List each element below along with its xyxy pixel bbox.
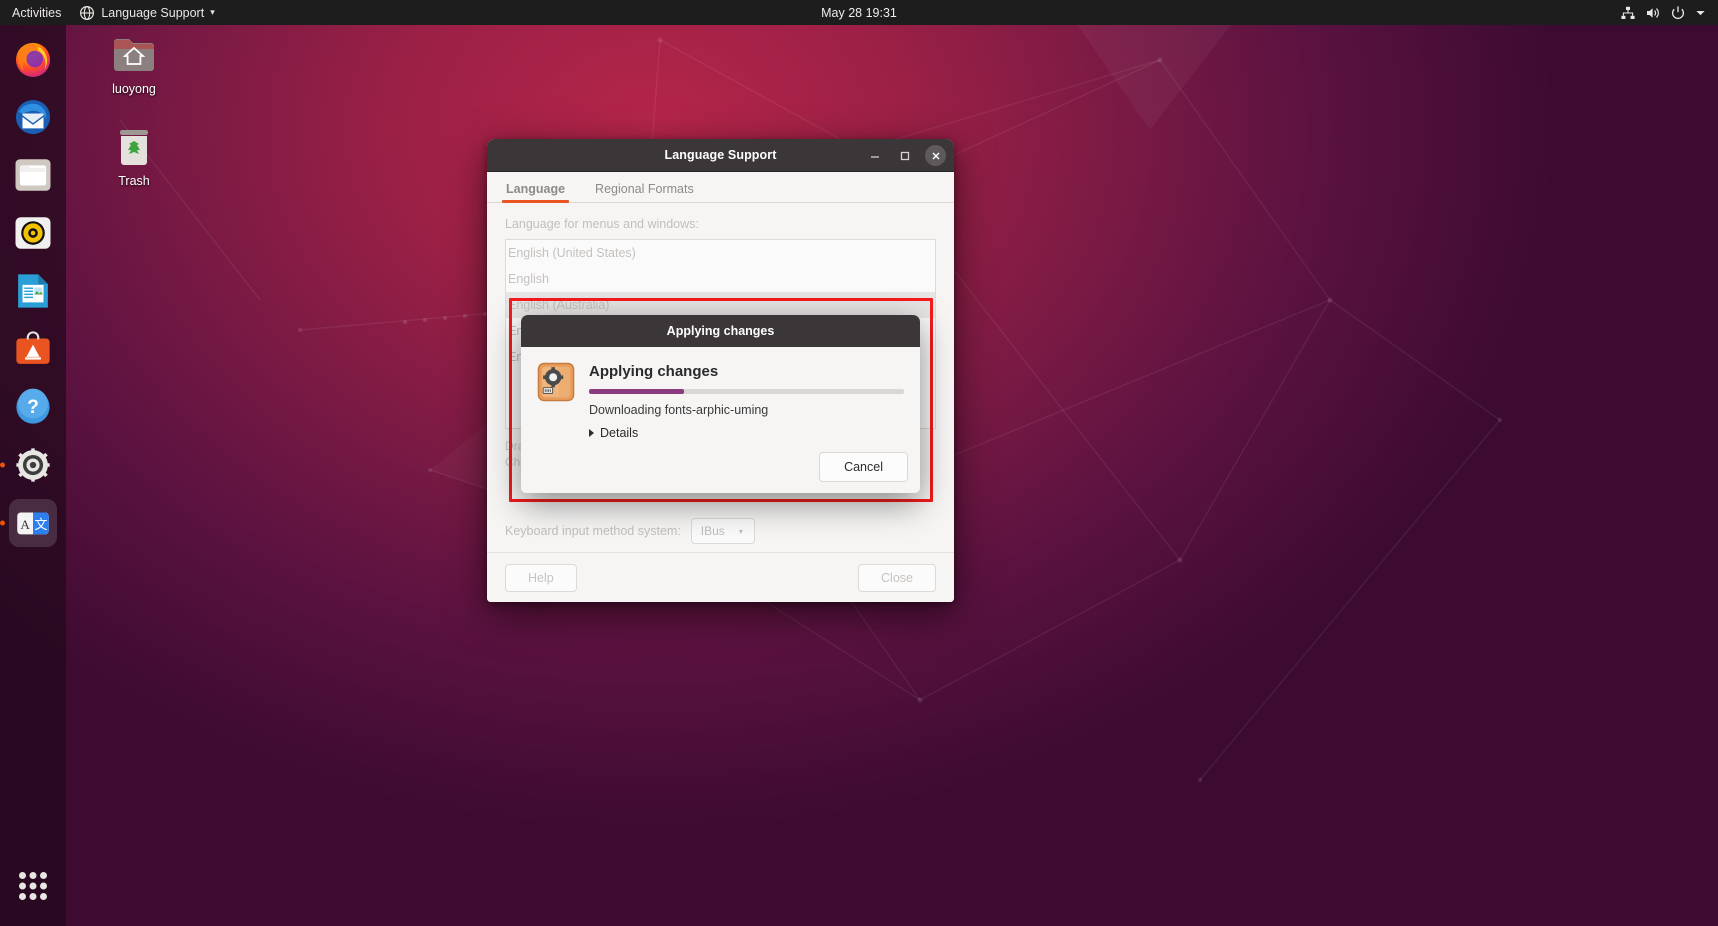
firefox-icon (15, 42, 51, 77)
datetime-label: May 28 19:31 (821, 5, 897, 20)
tab-language[interactable]: Language (501, 182, 570, 203)
power-icon[interactable] (1670, 5, 1686, 21)
dialog-body: Applying changes Downloading fonts-arphi… (521, 347, 920, 440)
list-item[interactable]: English (506, 266, 935, 292)
close-icon (932, 152, 939, 159)
desktop-icon-label: luoyong (112, 82, 156, 96)
close-window-button[interactable]: Close (858, 563, 936, 592)
files-icon (15, 159, 51, 191)
thunderbird-icon (15, 99, 51, 135)
dock-item-libreoffice-writer[interactable] (9, 267, 57, 315)
keyboard-input-method-select[interactable]: IBus ▾ (690, 518, 755, 544)
maximize-icon (900, 151, 910, 160)
cancel-button[interactable]: Cancel (819, 452, 908, 482)
dock-item-thunderbird[interactable] (9, 93, 57, 141)
dialog-main: Applying changes Downloading fonts-arphi… (589, 362, 904, 440)
window-footer: Help Close (487, 552, 954, 602)
app-menu-button[interactable]: Language Support ▾ (70, 0, 223, 25)
trash-icon (120, 130, 148, 165)
svg-text:?: ? (27, 397, 39, 418)
window-titlebar[interactable]: Language Support (487, 139, 954, 172)
desktop-icon-home-folder[interactable]: luoyong (88, 30, 180, 96)
language-list-label: Language for menus and windows: (505, 217, 699, 231)
desktop-icon-trash[interactable]: Trash (88, 122, 180, 188)
progress-bar (589, 389, 904, 394)
volume-icon[interactable] (1645, 5, 1661, 21)
help-icon: ? (16, 388, 50, 424)
chevron-down-icon[interactable] (1695, 5, 1706, 21)
tab-regional-formats[interactable]: Regional Formats (595, 182, 694, 202)
minimize-icon (871, 155, 879, 158)
desktop-icon-label: Trash (118, 174, 150, 188)
dock-item-language-support[interactable]: A 文 (0, 499, 57, 547)
ubuntu-software-icon (16, 331, 50, 364)
tab-language-label: Language (506, 182, 566, 196)
chevron-down-icon: ▾ (210, 7, 215, 17)
dock-item-files[interactable] (9, 151, 57, 199)
details-expander[interactable]: Details (589, 426, 904, 440)
show-applications-button[interactable] (9, 862, 57, 910)
globe-icon (80, 5, 95, 20)
triangle-right-icon (589, 429, 594, 437)
progress-bar-fill (589, 389, 684, 394)
progress-status-text: Downloading fonts-arphic-uming (589, 403, 769, 417)
running-indicator-dot (0, 462, 5, 468)
applying-changes-dialog: Applying changes Applying changes Downlo… (521, 315, 920, 493)
home-folder-icon (114, 39, 154, 71)
minimize-button[interactable] (865, 146, 885, 166)
dock-item-help[interactable]: ? (9, 383, 57, 431)
keyboard-input-method-label: Keyboard input method system: (505, 524, 681, 538)
list-item[interactable]: English (United States) (506, 240, 935, 266)
help-button[interactable]: Help (505, 563, 577, 592)
package-settings-icon (537, 362, 575, 402)
system-indicators[interactable] (1620, 0, 1712, 25)
tab-bar: Language Regional Formats (487, 172, 954, 203)
libreoffice-writer-icon (18, 274, 48, 308)
svg-text:A: A (20, 517, 30, 532)
svg-text:文: 文 (34, 517, 47, 532)
dock-item-settings[interactable] (0, 441, 57, 489)
keyboard-input-method-value: IBus (700, 524, 725, 538)
dock-item-ubuntu-software[interactable] (9, 325, 57, 373)
activities-label: Activities (12, 5, 62, 20)
dock-item-firefox[interactable] (9, 35, 57, 83)
details-label: Details (600, 426, 639, 440)
language-support-icon: A 文 (17, 512, 49, 535)
running-indicator-dot (0, 520, 5, 526)
dock-item-rhythmbox[interactable] (9, 209, 57, 257)
window-controls (865, 139, 946, 172)
clock-button[interactable]: May 28 19:31 (821, 6, 897, 20)
tab-regional-formats-label: Regional Formats (595, 182, 694, 196)
rhythmbox-icon (15, 217, 51, 249)
keyboard-input-method-row: Keyboard input method system: IBus ▾ (505, 518, 755, 544)
window-title: Language Support (664, 148, 777, 162)
dock: ? A 文 (0, 25, 66, 926)
app-menu-label: Language Support (101, 5, 205, 20)
gear-icon (16, 448, 50, 482)
maximize-button[interactable] (895, 146, 915, 166)
dialog-footer: Cancel (819, 452, 908, 482)
activities-button[interactable]: Activities (0, 0, 70, 25)
top-bar: Activities Language Support ▾ May 28 19:… (0, 0, 1718, 25)
dialog-title: Applying changes (666, 324, 775, 338)
network-icon[interactable] (1620, 5, 1636, 21)
chevron-down-icon: ▾ (738, 526, 743, 536)
grid-icon (19, 872, 47, 900)
dialog-heading: Applying changes (589, 363, 719, 380)
dialog-titlebar[interactable]: Applying changes (521, 315, 920, 347)
close-button[interactable] (925, 145, 946, 166)
